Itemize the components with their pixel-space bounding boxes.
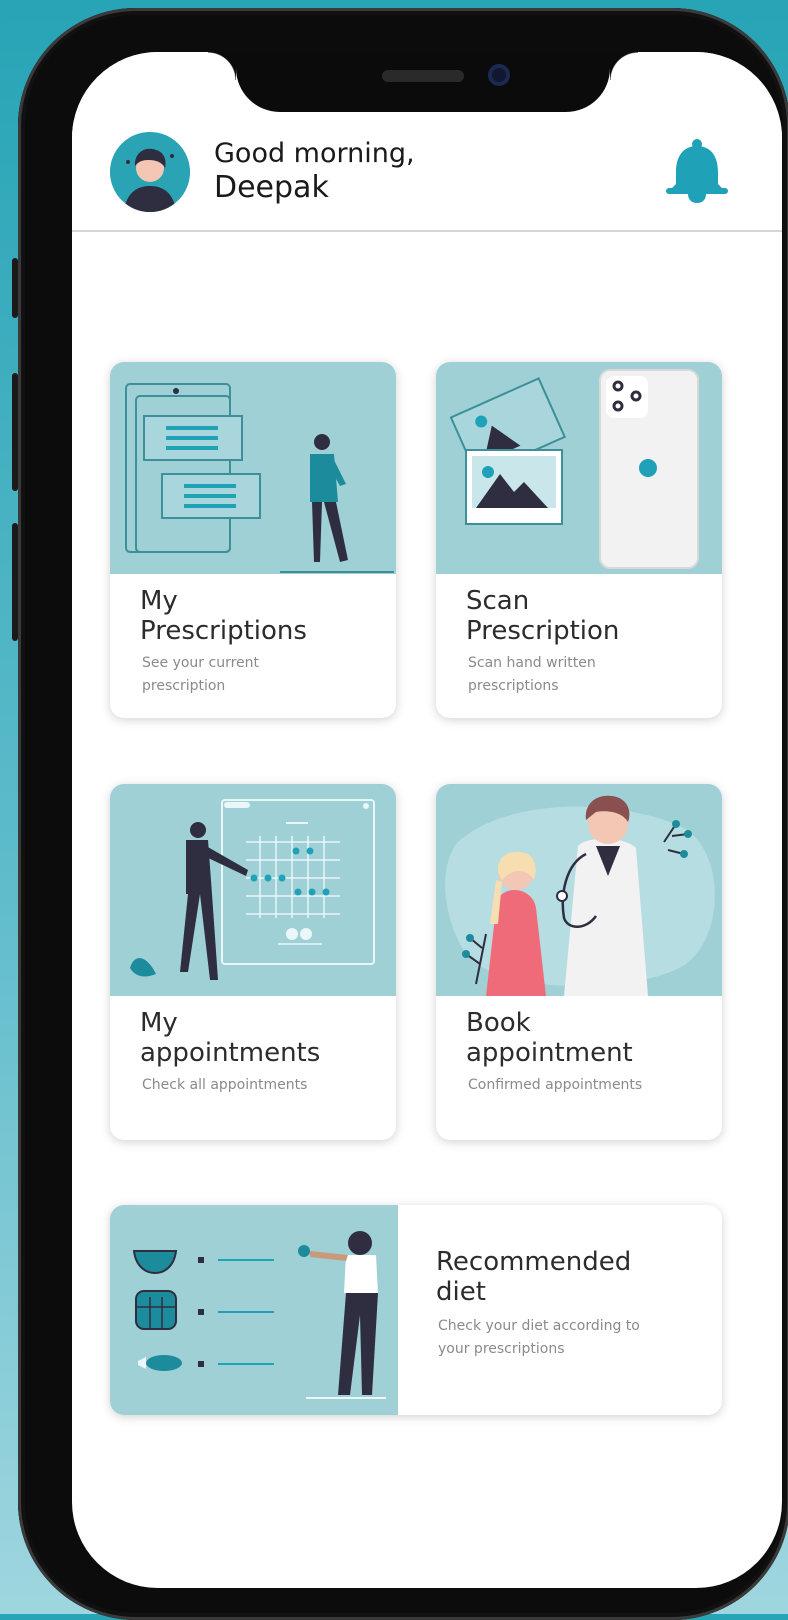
card-subtitle: See your current prescription [142, 655, 259, 694]
card-my-appointments[interactable]: My appointments Check all appointments [110, 784, 396, 1140]
volume-down-button [12, 523, 18, 641]
earpiece-speaker [382, 70, 464, 82]
card-title: My appointments [140, 1008, 320, 1068]
volume-up-button [12, 373, 18, 491]
card-subtitle: Scan hand written prescriptions [468, 655, 596, 694]
card-title-line1: Scan [466, 586, 530, 616]
card-title-line1: Recommended [436, 1247, 632, 1277]
card-title-line1: My [140, 1008, 178, 1038]
phone-notch [208, 52, 638, 112]
bell-icon[interactable] [666, 138, 728, 204]
phone-frame: Good morning, Deepak My Prescriptions Se… [12, 8, 788, 1620]
card-title-line2: Prescription [466, 616, 620, 646]
card-my-prescriptions[interactable]: My Prescriptions See your current prescr… [110, 362, 396, 718]
greeting-text: Good morning, [214, 138, 415, 169]
diet-list-illustration [110, 1205, 398, 1415]
card-title-line2: Prescriptions [140, 616, 307, 646]
calendar-board-illustration [110, 784, 396, 996]
card-title: Book appointment [466, 1008, 633, 1068]
card-title-line1: Book [466, 1008, 531, 1038]
card-title: Recommended diet [436, 1247, 631, 1307]
phone-scan-illustration [436, 362, 722, 574]
mute-switch [12, 258, 18, 318]
card-subtitle: Check your diet according to your prescr… [438, 1318, 640, 1357]
user-name: Deepak [214, 170, 329, 205]
card-title-line2: appointments [140, 1038, 321, 1068]
greeting-block: Good morning, Deepak [214, 138, 415, 206]
card-book-appointment[interactable]: Book appointment Confirmed appointments [436, 784, 722, 1140]
card-title-line2: appointment [466, 1038, 633, 1068]
front-camera [488, 64, 510, 86]
card-title: Scan Prescription [466, 586, 619, 646]
card-title-line2: diet [436, 1277, 486, 1307]
card-subtitle: Confirmed appointments [468, 1077, 643, 1093]
card-title-line1: My [140, 586, 178, 616]
prescription-list-illustration [110, 362, 396, 574]
card-scan-prescription[interactable]: Scan Prescription Scan hand written pres… [436, 362, 722, 718]
doctor-patient-illustration [436, 784, 722, 996]
card-subtitle: Check all appointments [142, 1077, 308, 1093]
card-recommended-diet[interactable]: Recommended diet Check your diet accordi… [110, 1205, 722, 1415]
app-screen: Good morning, Deepak My Prescriptions Se… [72, 52, 782, 1588]
card-title: My Prescriptions [140, 586, 307, 646]
user-avatar-icon[interactable] [110, 132, 190, 212]
